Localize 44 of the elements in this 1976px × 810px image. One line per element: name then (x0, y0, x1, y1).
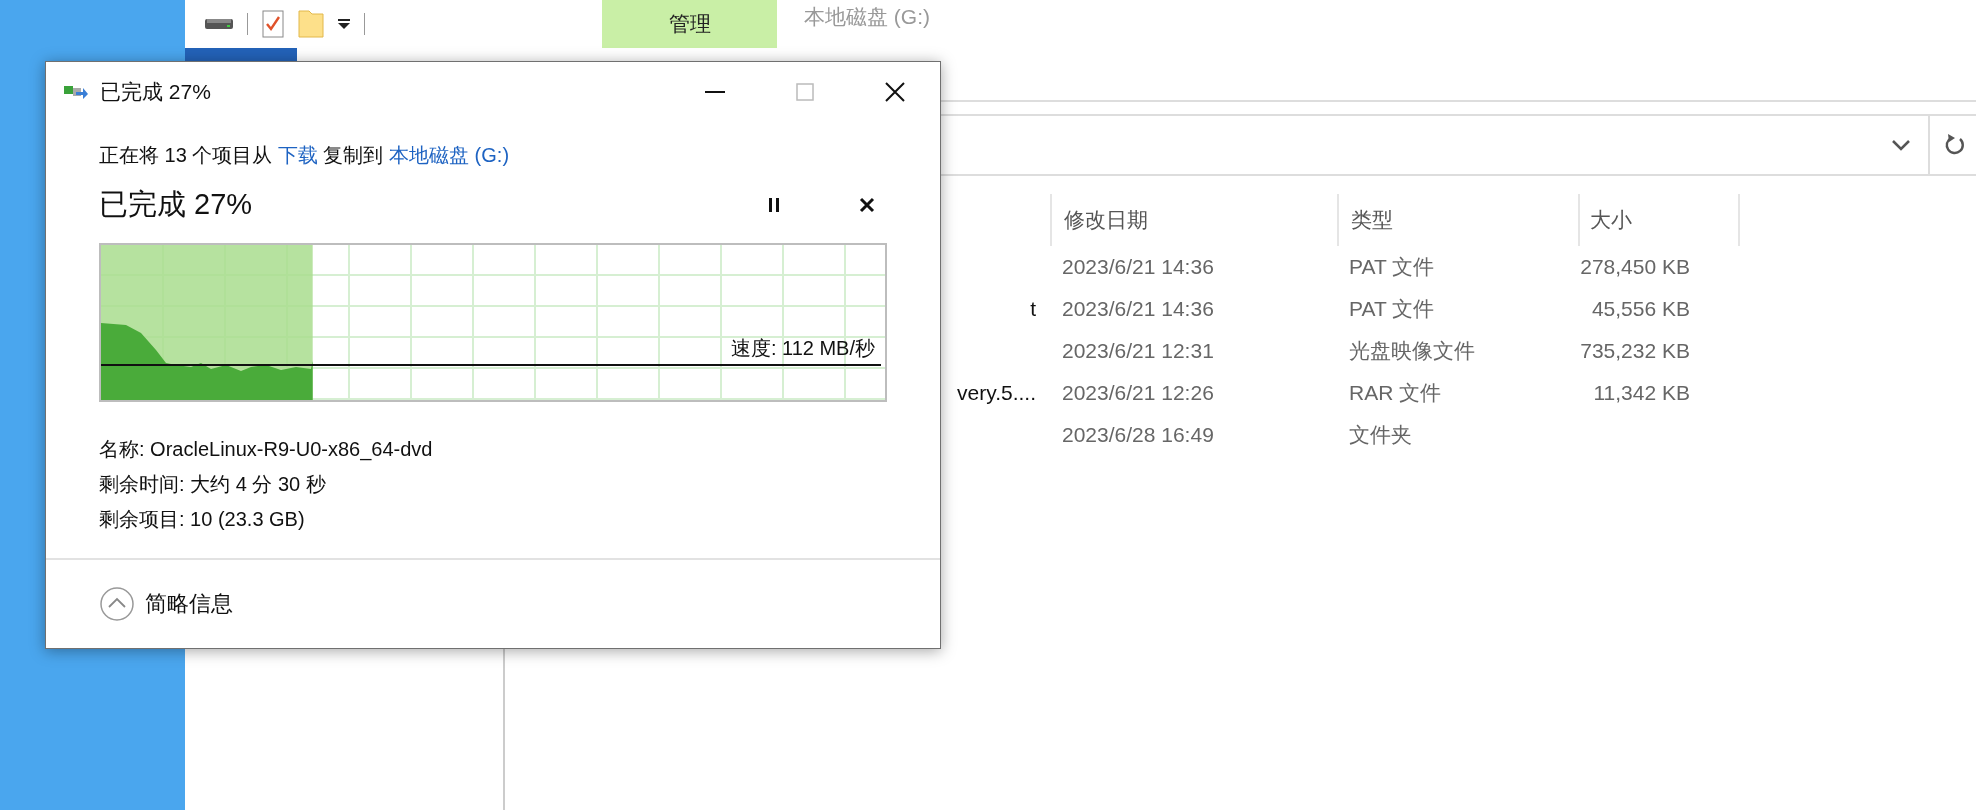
modified-date: 2023/6/21 12:26 (1062, 381, 1214, 404)
copy-icon (64, 85, 88, 99)
file-name[interactable]: very.5.... (957, 381, 1036, 404)
maximize-icon (796, 83, 814, 101)
file-type: 文件夹 (1349, 423, 1412, 446)
progress-heading: 已完成 27% (99, 187, 254, 222)
modified-date: 2023/6/21 14:36 (1062, 255, 1214, 278)
ribbon-context-tab[interactable]: 管理 (602, 0, 777, 48)
column-header[interactable]: 大小 (1578, 194, 1740, 246)
column-header[interactable]: 类型 (1337, 194, 1578, 246)
detail-text: 名称: OracleLinux-R9-U0-x86_64-dvd (99, 437, 434, 463)
detail-text: 剩余项目: 10 (23.3 GB) (99, 507, 306, 532)
dialog-title: 已完成 27% (100, 79, 212, 105)
copy-summary: 正在将 13 个项目从 (99, 144, 273, 166)
file-type: PAT 文件 (1349, 255, 1435, 278)
destination-link[interactable]: 本地磁盘 (G:) (389, 144, 510, 166)
pause-icon (768, 197, 780, 213)
file-size: 278,450 KB (1580, 255, 1690, 278)
file-size: 45,556 KB (1591, 297, 1690, 320)
detail-text: 剩余时间: 大约 4 分 30 秒 (99, 472, 327, 497)
copy-summary: 复制到 (323, 144, 384, 166)
dropdown-icon[interactable] (338, 18, 350, 30)
file-type: RAR 文件 (1349, 381, 1442, 404)
close-icon (859, 197, 875, 213)
file-size: 11,342 KB (1593, 381, 1690, 404)
file-type: PAT 文件 (1349, 297, 1435, 320)
properties-icon[interactable] (262, 10, 284, 38)
source-link[interactable]: 下载 (277, 144, 318, 166)
drive-icon[interactable] (205, 17, 233, 31)
modified-date: 2023/6/21 12:31 (1062, 339, 1214, 362)
chevron-down-icon[interactable] (1892, 139, 1910, 151)
modified-date: 2023/6/28 16:49 (1062, 423, 1214, 446)
file-type: 光盘映像文件 (1349, 339, 1475, 362)
file-name[interactable]: t (1030, 297, 1036, 320)
minimize-icon (705, 91, 725, 93)
close-icon (884, 81, 906, 103)
fewer-details-button[interactable]: 简略信息 (99, 586, 233, 622)
file-size: 735,232 KB (1580, 339, 1690, 362)
modified-date: 2023/6/21 14:36 (1062, 297, 1214, 320)
refresh-icon[interactable] (1944, 133, 1966, 157)
column-header[interactable]: 修改日期 (1050, 194, 1337, 246)
speed-label: 速度: 112 MB/秒 (730, 336, 875, 361)
window-title: 本地磁盘 (G:) (804, 4, 930, 30)
chevron-up-circle-icon (99, 586, 135, 622)
